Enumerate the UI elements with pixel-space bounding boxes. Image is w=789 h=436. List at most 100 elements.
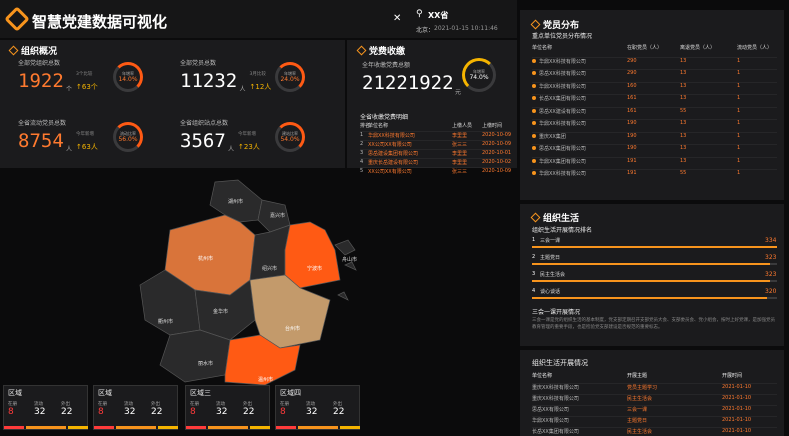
diamond-icon [8,45,19,56]
close-icon[interactable]: ✕ [393,13,401,24]
stat-ring: 年增率 24.0% [275,62,305,92]
table-row[interactable]: 长岳XX集团有限公司 161 13 1 [532,94,777,104]
table-row[interactable]: 华鼎XX科技有限公司 160 13 1 [532,81,777,92]
cell-text: 华鼎XX科技有限公司 [539,121,586,127]
table-cell: 2021-01-10 [722,417,751,423]
card-title: 区域 [8,389,22,397]
rank-bar-fill [532,297,768,299]
cell-text: 华鼎XX有限公司 [532,418,569,424]
cell-text: 1 [737,157,741,164]
cell-text: 190 [627,145,637,151]
table-row[interactable]: 思岳XX建设有限公司 161 55 1 [532,106,777,117]
region-card[interactable]: 区域四 在册 8 流动 32 外出 22 [275,385,360,430]
cell-text: 1 [737,107,741,114]
rank-bar [532,297,777,299]
header-cell: 开展时间 [722,373,743,379]
stat-label: 全部党员总数 [180,60,217,67]
stat-compare: 今年新增 [76,132,94,137]
map-region[interactable] [284,221,341,289]
table-cell: 2020-10-09 [482,132,511,138]
card-value: 32 [124,407,136,417]
dashboard: 智慧党建数据可视化 ✕ ⚲ XX省 北京： 2021-01-15 10:11:4… [0,0,789,436]
region-card[interactable]: 区域三 在册 8 流动 32 外出 22 [185,385,270,430]
stat-label: 全省流动党员总数 [18,120,67,127]
map-region[interactable] [159,329,231,383]
cell-text: 190 [627,120,637,126]
table-row[interactable]: 重庆XX集团 190 13 1 [532,131,777,142]
life-title: 组织生活 [530,211,579,224]
table-row[interactable]: 思岳XX科技有限公司 290 13 1 [532,69,777,79]
cell-text: 1 [737,145,741,151]
table-row[interactable]: 华鼎XX集团有限公司 191 13 1 [532,156,777,167]
region-card[interactable]: 区域 在册 8 流动 32 外出 22 [93,385,178,430]
ring-percent: 54.0% [280,135,300,143]
table-cell: 1 [360,132,363,138]
card-strip [340,426,360,429]
table-cell: 张三三 [452,141,467,148]
fees-list-title: 全省收缴党费明细 [360,114,409,121]
table-cell: 3 [360,150,363,156]
stat-unit: 人 [66,146,73,153]
region-label: 舟山市 [342,257,358,263]
table-cell: 长岳XX集团有限公司 [532,95,586,102]
table-cell: 2020-10-02 [482,159,511,165]
card-strip [4,426,24,429]
cell-text: 2020-10-02 [482,159,512,165]
table-row[interactable]: 思岳XX有限公司 三会一课 2021-01-10 [532,405,777,415]
cell-text: 161 [627,107,637,114]
rank-number: 3 [532,271,536,277]
table-row[interactable]: 华鼎XX科技有限公司 191 55 1 [532,169,777,179]
bullet-icon [532,171,536,175]
table-cell: 华鼎XX科技有限公司 [532,120,586,127]
members-title: 党员分布 [530,18,579,31]
card-strip [208,426,248,429]
table-row[interactable]: 长岳XX集团有限公司 民主生活会 2021-01-10 [532,427,777,436]
location-icon: ⚲ [416,9,423,19]
location-label[interactable]: XX省 [428,10,448,21]
table-row[interactable]: 思岳XX集团有限公司 190 13 1 [532,144,777,154]
table-cell: 190 [627,145,637,151]
cell-text: 55 [680,107,687,114]
bullet-icon [532,96,536,100]
cell-text: 290 [627,57,637,64]
clock: 2021-01-15 10:11:46 [434,25,498,32]
bullet-icon [532,58,536,63]
card-value: 32 [306,407,318,417]
life-text-title: 三会一课开展情况 [532,309,581,316]
rank-value: 320 [765,288,777,295]
table-cell: 2021-01-10 [722,428,751,434]
header-cell: 单位名称 [368,123,389,129]
stat-change: ↑23人 [238,143,260,151]
table-cell: 13 [680,145,686,151]
table-row[interactable]: 重庆XX科技有限公司 民主生活会 2021-01-10 [532,394,777,404]
header-cell: 离退党员（人） [680,45,716,51]
cell-text: 重庆XX科技有限公司 [532,396,579,402]
cell-text: 长岳XX集团有限公司 [539,96,586,102]
cell-text: 4 [360,159,364,165]
table-row[interactable]: 华鼎XX科技有限公司 190 13 1 [532,119,777,129]
table-cell: 160 [627,83,637,89]
table-cell: 华鼎XX科技有限公司 [532,83,586,90]
table-row[interactable]: 重庆XX科技有限公司 党员主题学习 2021-01-10 [532,383,777,393]
ring-percent: 14.0% [118,75,138,83]
region-card[interactable]: 区域 在册 8 流动 32 外出 22 [3,385,88,430]
cell-text: 13 [680,95,687,101]
cell-text: 思岳XX建设有限公司 [539,108,586,115]
cell-text: 191 [627,157,637,164]
header-cell: 流动党员（人） [737,45,773,51]
province-map [139,179,357,386]
card-value: 22 [151,407,163,417]
stat-compare: 今年新增 [238,132,256,137]
table-cell: 重庆XX科技有限公司 [532,395,579,402]
table-row[interactable]: 华鼎XX科技有限公司 290 13 1 [532,56,777,67]
rank-number: 4 [532,288,536,294]
card-value: 8 [98,407,104,417]
cell-text: 55 [680,170,687,176]
cell-text: 思岳建设集团有限公司 [368,151,419,157]
bullet-icon [532,108,536,113]
table-row[interactable]: 华鼎XX有限公司 主题党日 2021-01-10 [532,416,777,426]
bullet-icon [532,71,536,75]
table-cell: 1 [737,145,740,151]
cell-text: 长岳XX集团有限公司 [532,429,579,435]
fees-unit: 元 [455,89,462,96]
